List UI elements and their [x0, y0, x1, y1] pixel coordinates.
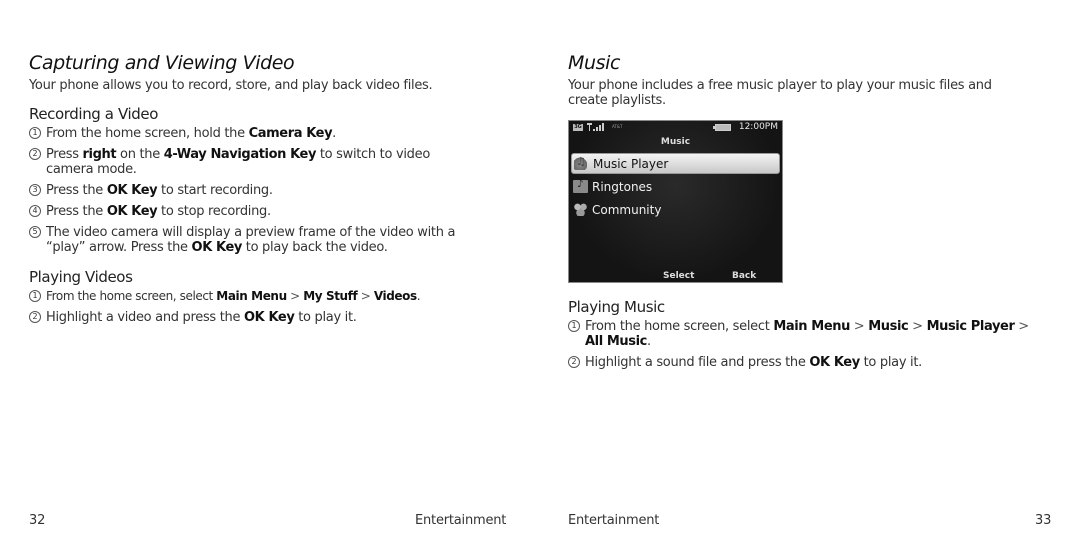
clock: 12:00PM [738, 122, 778, 132]
carrier-label: AT&T [612, 124, 623, 129]
step-number: 5 [29, 226, 41, 238]
status-bar: 3G AT&T 12:00PM [569, 121, 782, 134]
ringtones-folder-icon [573, 179, 588, 193]
menu-item-label: Ringtones [592, 179, 653, 194]
step-number: 2 [568, 356, 580, 368]
phone-screenshot: 3G AT&T 12:00PM Music Music Player Ringt… [568, 120, 783, 283]
step: 2 Highlight a video and press the OK Key … [29, 310, 479, 325]
section-intro: Your phone includes a free music player … [568, 78, 992, 108]
step: 1 From the home screen, select Main Menu … [29, 289, 479, 304]
menu-item-ringtones[interactable]: Ringtones [571, 176, 780, 197]
step: 5 The video camera will display a preview… [29, 225, 469, 255]
step-number: 2 [29, 311, 41, 323]
screen-title: Music [660, 137, 691, 147]
section-title: Capturing and Viewing Video [29, 52, 295, 74]
step: 4 Press the OK Key to stop recording. [29, 204, 469, 219]
playing-music-steps: 1 From the home screen, select Main Menu … [568, 319, 1038, 376]
step: 3 Press the OK Key to start recording. [29, 183, 469, 198]
playing-music-heading: Playing Music [568, 298, 665, 316]
step-number: 3 [29, 184, 41, 196]
community-icon [573, 203, 588, 216]
menu-item-community[interactable]: Community [571, 199, 780, 220]
step: 1 From the home screen, hold the Camera K… [29, 126, 469, 141]
step: 2 Highlight a sound file and press the OK… [568, 355, 1038, 370]
recording-heading: Recording a Video [29, 105, 158, 123]
playing-videos-steps: 1 From the home screen, select Main Menu … [29, 289, 479, 331]
signal-strength-icon [587, 123, 604, 131]
page-number: 32 [29, 513, 46, 528]
recording-steps: 1 From the home screen, hold the Camera K… [29, 126, 469, 261]
section-title: Music [568, 52, 621, 74]
menu-item-label: Music Player [593, 156, 669, 171]
menu-item-music-player[interactable]: Music Player [571, 153, 780, 174]
step-number: 1 [568, 320, 580, 332]
footer-section: Entertainment [415, 513, 507, 528]
footer-section: Entertainment [568, 513, 660, 528]
step-number: 1 [29, 127, 41, 139]
battery-icon [713, 124, 731, 131]
music-player-icon [574, 155, 589, 170]
left-page: Capturing and Viewing Video Your phone a… [0, 0, 540, 540]
step: 2 Press right on the 4-Way Navigation Key… [29, 147, 469, 177]
menu-item-label: Community [592, 202, 662, 217]
step-number: 2 [29, 148, 41, 160]
page-number: 33 [1035, 513, 1052, 528]
step-number: 1 [29, 290, 41, 302]
playing-videos-heading: Playing Videos [29, 268, 133, 286]
network-3g-icon: 3G [573, 124, 583, 131]
back-softkey[interactable]: Back [732, 271, 756, 281]
step-number: 4 [29, 205, 41, 217]
step: 1 From the home screen, select Main Menu … [568, 319, 1038, 349]
right-page: Music Your phone includes a free music p… [540, 0, 1080, 540]
select-softkey[interactable]: Select [663, 271, 694, 281]
section-intro: Your phone allows you to record, store, … [29, 78, 433, 93]
